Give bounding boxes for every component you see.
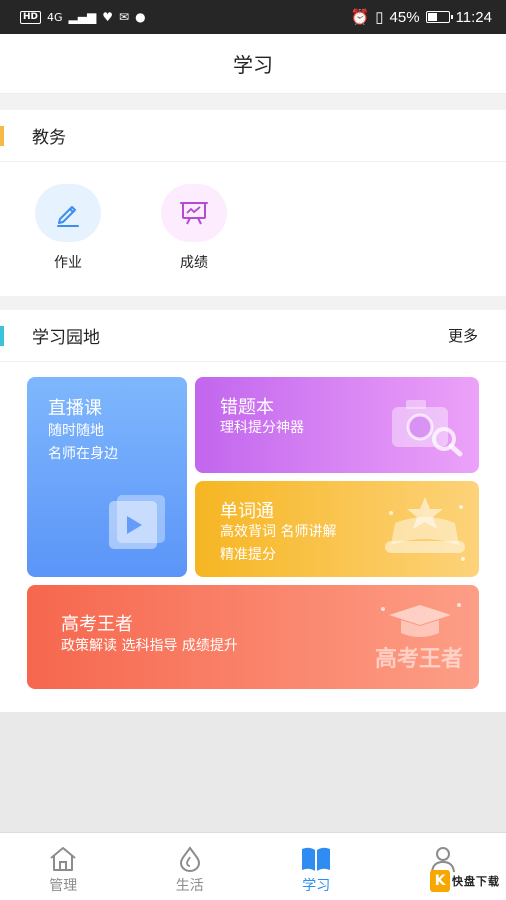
section-accent-bar [0,126,4,146]
alarm-icon: ⏰ [350,9,370,26]
empty-area [0,712,506,832]
section-header: 学习园地 更多 [0,310,506,362]
section-jiaowu: 教务 作业 成绩 [0,110,506,296]
chat-icon: ● [135,10,146,24]
gaokao-deco-text: 高考王者 [375,647,464,672]
signal-icon: ▂▄▆ [68,10,97,24]
card-line: 名师在身边 [48,446,118,462]
live-class-card[interactable]: 直播课 随时随地 名师在身边 [27,377,187,577]
section-header: 教务 [0,110,506,162]
network-type: 4G [47,10,63,24]
card-line: 随时随地 [48,423,104,439]
tab-study[interactable]: 学习 [253,833,380,900]
watermark-mark: K [430,870,450,892]
section-study-garden: 学习园地 更多 直播课 随时随地 名师在身边 错题本 理科提分神器 单词通 高效… [0,310,506,712]
card-subtitle: 政策解读 选科指导 成绩提升 [61,638,238,654]
more-link[interactable]: 更多 [448,325,478,346]
watermark-logo: K 快盘下载 [430,870,500,892]
word-card[interactable]: 单词通 高效背词 名师讲解 精准提分 [195,481,479,577]
divider [0,296,506,310]
homework-button[interactable]: 作业 [30,184,106,272]
card-title: 错题本 [220,397,274,418]
bottom-tab-bar: 管理 生活 学习 K 快盘下载 [0,832,506,900]
tab-label: 学习 [302,878,331,894]
divider [0,94,506,110]
homework-label: 作业 [54,255,82,271]
card-subtitle: 理科提分神器 [220,420,304,436]
user-icon [430,847,455,873]
grades-button[interactable]: 成绩 [156,184,232,272]
card-line: 精准提分 [220,547,276,563]
section-title: 教务 [32,128,66,148]
graduation-cap-icon: 高考王者 [375,601,465,681]
battery-icon [425,11,453,23]
video-play-icon [105,489,171,559]
card-title: 直播课 [48,398,102,419]
card-title: 高考王者 [61,614,133,635]
pencil-icon [35,184,101,242]
page-title: 学习 [233,53,273,77]
badge-star-icon [379,493,471,573]
health-icon: ♥ [102,10,113,24]
watermark-text: 快盘下载 [452,875,500,888]
drop-icon [179,846,200,872]
mail-icon: ✉ [119,10,130,24]
camera-search-icon [390,395,468,461]
card-line: 高效背词 名师讲解 [220,524,337,540]
section-title: 学习园地 [32,328,100,348]
hd-indicator: HD [20,10,42,24]
gaokao-card[interactable]: 高考王者 政策解读 选科指导 成绩提升 高考王者 [27,585,479,689]
home-icon [50,847,76,871]
tab-label: 管理 [49,878,78,894]
vibrate-icon: ▯ [375,9,384,26]
status-bar: HD 4G ▂▄▆ ♥ ✉ ● ⏰ ▯ 45% 11:24 [0,0,506,34]
clock: 11:24 [455,8,492,26]
book-icon [302,847,331,871]
card-title: 单词通 [220,501,274,522]
section-accent-bar [0,326,4,346]
tab-manage[interactable]: 管理 [0,833,127,900]
wrong-questions-card[interactable]: 错题本 理科提分神器 [195,377,479,473]
tab-label: 生活 [175,878,204,894]
battery-percent: 45% [389,8,420,26]
page-header: 学习 [0,34,506,94]
tab-life[interactable]: 生活 [127,833,254,900]
presentation-chart-icon [161,184,227,242]
grades-label: 成绩 [180,255,208,271]
